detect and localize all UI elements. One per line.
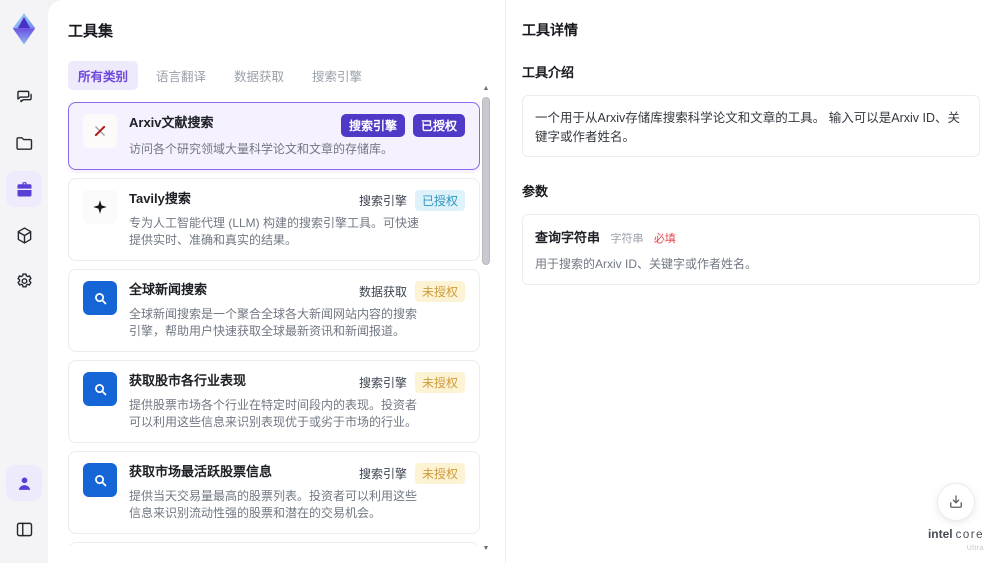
scroll-down-icon[interactable]: ▼ — [481, 544, 491, 553]
tools-list-panel: 工具集 所有类别 语言翻译 数据获取 搜索引擎 Arxiv文献搜索 搜索引擎 已… — [48, 0, 505, 563]
arxiv-icon — [83, 114, 117, 148]
params-heading: 参数 — [522, 184, 549, 199]
tavily-icon — [83, 190, 117, 224]
tool-description: 访问各个研究领域大量科学论文和文章的存储库。 — [129, 142, 394, 156]
app-sidebar — [0, 0, 48, 563]
scrollbar-thumb[interactable] — [482, 97, 490, 265]
category-tab[interactable]: 数据获取 — [224, 61, 294, 90]
tool-category-badge: 搜索引擎 — [358, 467, 407, 481]
tool-title: 获取股市各行业表现 — [129, 373, 247, 388]
sidebar-bottom — [6, 460, 42, 563]
tool-card[interactable]: Tavily搜索 搜索引擎 已授权 专为人工智能代理 (LLM) 构建的搜索引擎… — [68, 178, 480, 261]
category-tabs: 所有类别 语言翻译 数据获取 搜索引擎 — [68, 61, 485, 90]
briefcase-icon — [14, 179, 35, 200]
tool-card[interactable]: 全球新闻搜索 数据获取 未授权 全球新闻搜索是一个聚合全球各大新闻网站内容的搜索… — [68, 269, 480, 352]
download-button[interactable] — [936, 483, 975, 521]
tool-detail-panel: 工具详情 工具介绍 一个用于从Arxiv存储库搜索科学论文和文章的工具。 输入可… — [505, 0, 1000, 563]
search-icon — [83, 463, 117, 497]
tool-card[interactable]: 万维地区新闻查询 搜索引擎 未授权 查询具体行政区划内的新闻，快速了解各地新闻动… — [68, 542, 480, 545]
tool-category-badge: 搜索引擎 — [358, 376, 407, 390]
category-tab[interactable]: 所有类别 — [68, 61, 139, 90]
sidebar-item-folder[interactable] — [6, 125, 42, 161]
tool-card-list: Arxiv文献搜索 搜索引擎 已授权 访问各个研究领域大量科学论文和文章的存储库… — [68, 102, 480, 545]
tab-label: 所有类别 — [78, 70, 129, 84]
tool-category-badge: 搜索引擎 — [358, 194, 407, 208]
tool-category-badge: 搜索引擎 — [340, 114, 405, 137]
sidebar-item-chat[interactable] — [6, 79, 42, 115]
sidebar-item-panel-toggle[interactable] — [6, 511, 42, 547]
cube-icon — [14, 225, 35, 246]
tool-description: 全球新闻搜索是一个聚合全球各大新闻网站内容的搜索引擎，帮助用户快速获取全球最新资… — [129, 307, 418, 338]
tab-label: 搜索引擎 — [312, 70, 363, 84]
tool-title: Arxiv文献搜索 — [129, 115, 214, 130]
tool-auth-badge: 已授权 — [412, 114, 465, 137]
param-description: 用于搜索的Arxiv ID、关键字或作者姓名。 — [535, 257, 758, 271]
scroll-up-icon[interactable]: ▲ — [481, 84, 491, 93]
param-required-badge: 必填 — [653, 233, 676, 245]
tool-auth-badge: 未授权 — [414, 372, 465, 393]
tab-label: 数据获取 — [234, 70, 285, 84]
tool-auth-badge: 未授权 — [414, 463, 465, 484]
app-logo-icon — [9, 12, 39, 46]
param-card: 查询字符串 字符串 必填 用于搜索的Arxiv ID、关键字或作者姓名。 — [522, 214, 980, 285]
tool-title: 获取市场最活跃股票信息 — [129, 464, 273, 479]
panel-toggle-icon — [14, 519, 35, 540]
tool-category-badge: 数据获取 — [358, 285, 407, 299]
tool-card[interactable]: Arxiv文献搜索 搜索引擎 已授权 访问各个研究领域大量科学论文和文章的存储库… — [68, 102, 480, 170]
search-icon — [83, 372, 117, 406]
download-icon — [947, 493, 965, 511]
detail-title: 工具详情 — [522, 22, 578, 38]
tool-title: 全球新闻搜索 — [129, 282, 208, 297]
sidebar-item-briefcase[interactable] — [6, 171, 42, 207]
tool-title: Tavily搜索 — [129, 191, 191, 206]
tool-auth-badge: 未授权 — [414, 281, 465, 302]
gear-icon — [14, 271, 35, 292]
person-icon — [15, 474, 34, 493]
sidebar-item-gear[interactable] — [6, 263, 42, 299]
list-scrollbar[interactable]: ▲ ▼ — [481, 84, 491, 553]
tool-card[interactable]: 获取股市各行业表现 搜索引擎 未授权 提供股票市场各个行业在特定时间段内的表现。… — [68, 360, 480, 443]
tool-description: 专为人工智能代理 (LLM) 构建的搜索引擎工具。可快速提供实时、准确和真实的结… — [129, 216, 420, 247]
intro-card: 一个用于从Arxiv存储库搜索科学论文和文章的工具。 输入可以是Arxiv ID… — [522, 95, 980, 157]
folder-icon — [14, 133, 35, 154]
param-name: 查询字符串 — [535, 230, 601, 245]
category-tab[interactable]: 语言翻译 — [146, 61, 216, 90]
intel-core-logo: intel core Ultra — [927, 527, 984, 552]
main-surface: 工具集 所有类别 语言翻译 数据获取 搜索引擎 Arxiv文献搜索 搜索引擎 已… — [48, 0, 1000, 563]
tool-auth-badge: 已授权 — [414, 190, 465, 211]
tab-label: 语言翻译 — [156, 70, 207, 84]
intro-heading: 工具介绍 — [522, 65, 575, 80]
chat-icon — [14, 87, 35, 108]
footer-brand-area: intel core Ultra — [928, 483, 984, 555]
page-title: 工具集 — [68, 23, 114, 40]
search-icon — [83, 281, 117, 315]
params-list: 查询字符串 字符串 必填 用于搜索的Arxiv ID、关键字或作者姓名。 — [522, 214, 980, 285]
param-type: 字符串 — [610, 233, 644, 245]
tool-description: 提供当天交易量最高的股票列表。投资者可以利用这些信息来识别流动性强的股票和潜在的… — [129, 489, 418, 520]
sidebar-item-cube[interactable] — [6, 217, 42, 253]
tool-description: 提供股票市场各个行业在特定时间段内的表现。投资者可以利用这些信息来识别表现优于或… — [129, 398, 418, 429]
tool-card[interactable]: 获取市场最活跃股票信息 搜索引擎 未授权 提供当天交易量最高的股票列表。投资者可… — [68, 451, 480, 534]
category-tab[interactable]: 搜索引擎 — [302, 61, 372, 90]
sidebar-item-person[interactable] — [6, 465, 42, 501]
sidebar-nav — [6, 74, 42, 304]
